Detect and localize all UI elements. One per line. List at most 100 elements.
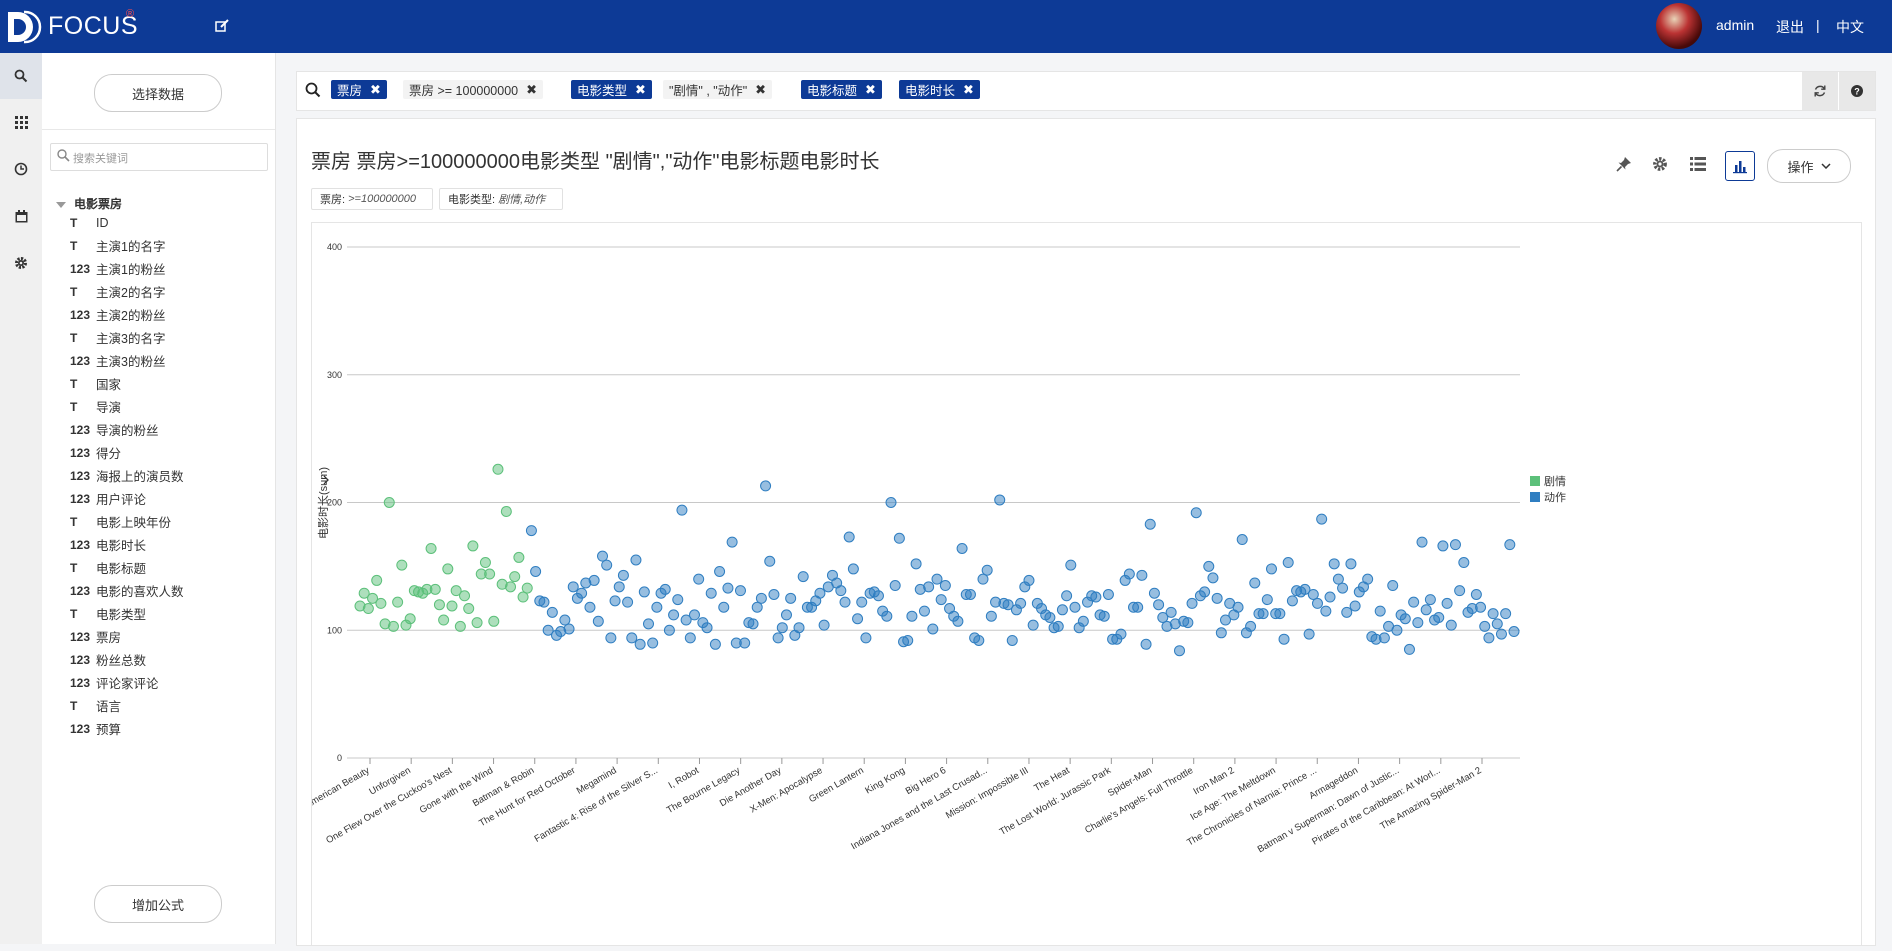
data-point-action bbox=[634, 638, 646, 650]
data-point-action bbox=[1132, 601, 1144, 613]
field-name: ID bbox=[96, 215, 109, 230]
data-point-action bbox=[1236, 534, 1248, 546]
language-switch[interactable]: 中文 bbox=[1836, 17, 1864, 37]
data-point-action bbox=[663, 624, 675, 636]
brand-registered-mark: ® bbox=[126, 8, 135, 20]
search-token[interactable]: 电影类型 ✖ bbox=[571, 80, 652, 99]
data-sidebar: 选择数据 搜索关键词 电影票房 T ID T 主演1的名字 123 主演1的粉丝 T 主演2的… bbox=[42, 53, 276, 944]
field-item[interactable]: 123 主演1的粉丝 bbox=[70, 259, 165, 278]
data-point-action bbox=[1015, 597, 1027, 609]
field-item[interactable]: 123 海报上的演员数 bbox=[70, 466, 184, 485]
filter-genre[interactable]: 电影类型: 剧情,动作 bbox=[439, 188, 563, 210]
focus-logo-icon bbox=[8, 10, 42, 44]
data-point-action bbox=[814, 587, 826, 599]
data-point-action bbox=[847, 563, 859, 575]
tree-root-movie-boxoffice[interactable]: 电影票房 bbox=[56, 195, 122, 212]
field-item[interactable]: 123 导演的粉丝 bbox=[70, 420, 159, 439]
field-item[interactable]: T 主演3的名字 bbox=[70, 328, 165, 347]
select-data-button[interactable]: 选择数据 bbox=[94, 74, 222, 112]
data-point-action bbox=[1458, 557, 1470, 569]
logout-link[interactable]: 退出 bbox=[1776, 17, 1804, 37]
search-token[interactable]: 票房 ✖ bbox=[331, 80, 387, 99]
field-item[interactable]: T 国家 bbox=[70, 374, 121, 393]
pin-button[interactable] bbox=[1614, 154, 1634, 174]
remove-token-icon[interactable]: ✖ bbox=[635, 82, 646, 98]
field-item[interactable]: 123 票房 bbox=[70, 627, 121, 646]
field-item[interactable]: T 电影上映年份 bbox=[70, 512, 171, 531]
rail-grid[interactable] bbox=[0, 99, 42, 145]
field-item[interactable]: T 导演 bbox=[70, 397, 121, 416]
chart-view-button[interactable] bbox=[1725, 151, 1755, 181]
x-tick-label: King Kong bbox=[863, 765, 906, 796]
add-formula-button[interactable]: 增加公式 bbox=[94, 885, 222, 923]
field-item[interactable]: T 语言 bbox=[70, 696, 121, 715]
field-item[interactable]: T 主演2的名字 bbox=[70, 282, 165, 301]
search-token[interactable]: 票房 >= 100000000 ✖ bbox=[403, 80, 544, 99]
search-token[interactable]: 电影时长 ✖ bbox=[899, 80, 980, 99]
field-item[interactable]: 123 预算 bbox=[70, 719, 121, 738]
data-point-action bbox=[567, 581, 579, 593]
user-avatar[interactable] bbox=[1656, 3, 1702, 49]
field-item[interactable]: 123 得分 bbox=[70, 443, 121, 462]
rail-history[interactable] bbox=[0, 146, 42, 192]
data-point-action bbox=[885, 497, 897, 508]
remove-token-icon[interactable]: ✖ bbox=[370, 82, 381, 98]
field-item[interactable]: T 主演1的名字 bbox=[70, 236, 165, 255]
remove-token-icon[interactable]: ✖ bbox=[526, 82, 537, 98]
data-point-action bbox=[1303, 628, 1315, 640]
data-point-drama bbox=[509, 571, 521, 583]
data-point-drama bbox=[505, 581, 517, 593]
number-type-icon: 123 bbox=[70, 261, 91, 276]
field-item[interactable]: 123 主演3的粉丝 bbox=[70, 351, 165, 370]
data-point-action bbox=[1215, 627, 1227, 639]
data-point-action bbox=[1199, 586, 1211, 598]
edit-icon[interactable] bbox=[214, 18, 230, 34]
data-point-action bbox=[1278, 633, 1290, 645]
field-item[interactable]: 123 主演2的粉丝 bbox=[70, 305, 165, 324]
field-item[interactable]: 123 电影时长 bbox=[70, 535, 146, 554]
username[interactable]: admin bbox=[1716, 17, 1754, 33]
rail-calendar[interactable] bbox=[0, 193, 42, 239]
data-point-drama bbox=[433, 599, 445, 611]
bar-chart-icon bbox=[1733, 161, 1747, 174]
data-point-action bbox=[617, 569, 629, 581]
text-type-icon: T bbox=[70, 215, 78, 230]
chart-settings-button[interactable] bbox=[1650, 154, 1670, 174]
search-bar[interactable]: 票房 ✖ 票房 >= 100000000 ✖ 电影类型 ✖ "剧情" , "动作" ✖ 电影标题… bbox=[296, 71, 1876, 111]
search-token[interactable]: 电影标题 ✖ bbox=[801, 80, 882, 99]
data-point-action bbox=[592, 615, 604, 627]
remove-token-icon[interactable]: ✖ bbox=[755, 82, 766, 98]
token-label: 票房 >= 100000000 bbox=[409, 84, 519, 98]
data-point-action bbox=[714, 565, 726, 577]
remove-token-icon[interactable]: ✖ bbox=[865, 82, 876, 98]
keyword-search-input[interactable]: 搜索关键词 bbox=[50, 143, 268, 171]
filter-boxoffice[interactable]: 票房: >=100000000 bbox=[311, 188, 433, 210]
table-view-button[interactable] bbox=[1688, 154, 1708, 174]
data-point-action bbox=[584, 601, 596, 613]
field-item[interactable]: T 电影标题 bbox=[70, 558, 146, 577]
field-item[interactable]: T ID bbox=[70, 213, 109, 232]
data-point-action bbox=[852, 613, 864, 625]
field-item[interactable]: 123 用户评论 bbox=[70, 489, 146, 508]
rail-settings[interactable] bbox=[0, 240, 42, 286]
field-item[interactable]: 123 粉丝总数 bbox=[70, 650, 146, 669]
field-item[interactable]: 123 评论家评论 bbox=[70, 673, 159, 692]
data-point-action bbox=[1123, 568, 1135, 580]
operations-dropdown[interactable]: 操作 bbox=[1767, 149, 1851, 183]
help-button[interactable]: ? bbox=[1838, 72, 1875, 110]
field-item[interactable]: 123 电影的喜欢人数 bbox=[70, 581, 184, 600]
data-point-action bbox=[726, 536, 738, 548]
rail-search[interactable] bbox=[0, 53, 42, 99]
data-point-action bbox=[651, 601, 663, 613]
field-item[interactable]: T 电影类型 bbox=[70, 604, 146, 623]
search-token[interactable]: "剧情" , "动作" ✖ bbox=[663, 80, 773, 99]
refresh-button[interactable] bbox=[1801, 72, 1838, 110]
data-point-drama bbox=[425, 542, 437, 554]
number-type-icon: 123 bbox=[70, 468, 91, 483]
data-point-action bbox=[668, 609, 680, 621]
legend-label: 剧情 bbox=[1544, 475, 1566, 488]
remove-token-icon[interactable]: ✖ bbox=[963, 82, 974, 98]
field-name: 主演2的名字 bbox=[96, 286, 166, 300]
text-type-icon: T bbox=[70, 284, 78, 299]
y-tick-label: 0 bbox=[337, 753, 342, 763]
